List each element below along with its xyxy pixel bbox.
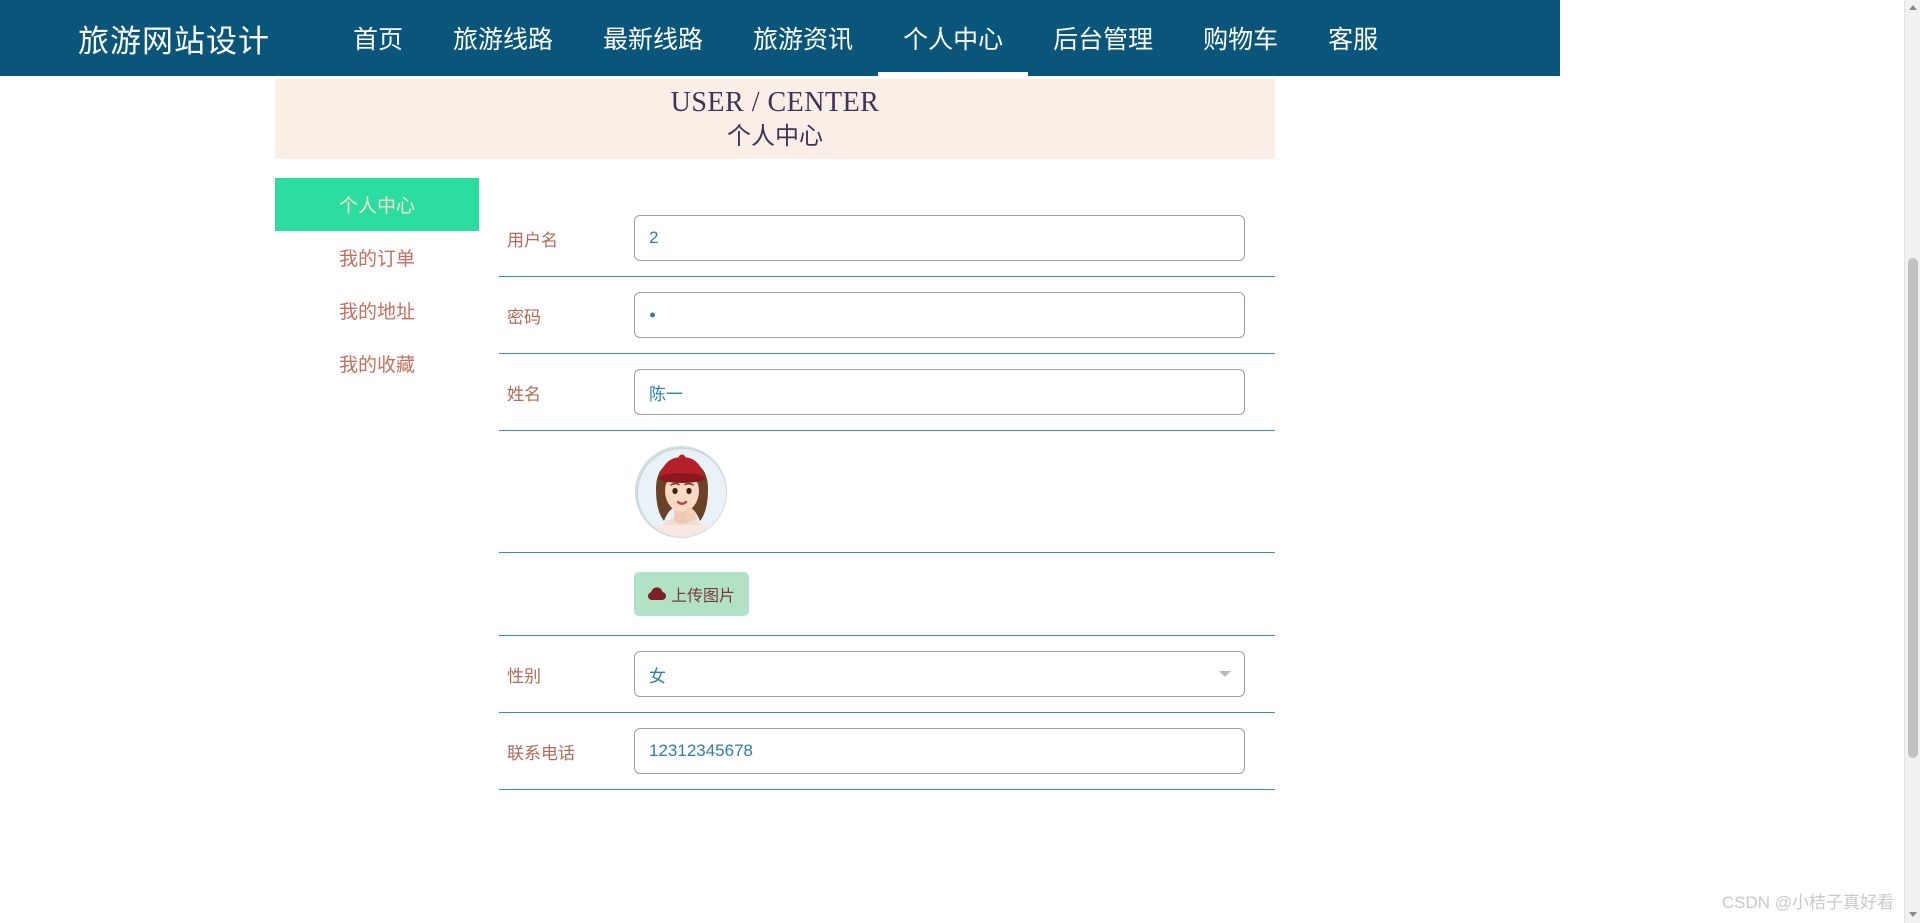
- nav-item-home[interactable]: 首页: [328, 0, 428, 76]
- form-row-upload: 上传图片: [499, 553, 1275, 636]
- label-password: 密码: [507, 307, 541, 327]
- field-avatar: [634, 445, 1275, 538]
- page-scrollbar[interactable]: [1904, 0, 1920, 923]
- upload-image-button[interactable]: 上传图片: [634, 572, 750, 616]
- password-input[interactable]: [634, 292, 1245, 338]
- nav-item-admin[interactable]: 后台管理: [1028, 0, 1178, 76]
- nav-item-news[interactable]: 旅游资讯: [728, 0, 878, 76]
- form-row-avatar: [499, 431, 1275, 553]
- field-username: [634, 215, 1275, 261]
- cloud-upload-icon: [648, 587, 666, 601]
- label-username: 用户名: [507, 230, 558, 250]
- gender-select[interactable]: 女: [634, 651, 1245, 697]
- nav-item-new-routes[interactable]: 最新线路: [578, 0, 728, 76]
- profile-form: 用户名 密码 姓名: [499, 200, 1275, 790]
- field-password: [634, 292, 1275, 338]
- scroll-up-arrow-icon[interactable]: [1905, 0, 1920, 16]
- page-title: 个人中心: [727, 123, 823, 150]
- label-name: 姓名: [507, 384, 541, 404]
- page-root: 旅游网站设计 首页 旅游线路 最新线路 旅游资讯 个人中心 后台管理 购物车 客…: [0, 0, 1920, 923]
- nav-item-routes[interactable]: 旅游线路: [428, 0, 578, 76]
- gender-select-value[interactable]: 女: [634, 651, 1245, 697]
- nav-item-support[interactable]: 客服: [1303, 0, 1403, 76]
- password-mask-dot: [650, 312, 655, 318]
- page-banner: USER / CENTER 个人中心: [275, 79, 1275, 159]
- sidebar-item-my-favorites[interactable]: 我的收藏: [275, 337, 479, 390]
- site-logo[interactable]: 旅游网站设计: [78, 16, 270, 61]
- sidebar-item-my-address[interactable]: 我的地址: [275, 284, 479, 337]
- scroll-down-arrow-icon[interactable]: [1905, 907, 1920, 923]
- field-phone: [634, 728, 1275, 774]
- sidebar-item-label: 我的订单: [338, 249, 415, 270]
- top-navbar: 旅游网站设计 首页 旅游线路 最新线路 旅游资讯 个人中心 后台管理 购物车 客…: [0, 0, 1560, 76]
- banner-title-en: USER / CENTER: [670, 86, 880, 118]
- form-row-password: 密码: [499, 277, 1275, 354]
- form-row-name: 姓名: [499, 354, 1275, 431]
- form-row-gender: 性别 女: [499, 636, 1275, 713]
- label-gender: 性别: [507, 666, 541, 686]
- nav-item-cart[interactable]: 购物车: [1178, 0, 1303, 76]
- phone-input[interactable]: [634, 728, 1245, 774]
- nav-menu: 首页 旅游线路 最新线路 旅游资讯 个人中心 后台管理 购物车 客服: [328, 0, 1403, 76]
- field-name: [634, 369, 1275, 415]
- chevron-down-icon: [1219, 671, 1231, 677]
- label-phone: 联系电话: [507, 743, 575, 763]
- username-input[interactable]: [634, 215, 1245, 261]
- nav-item-user-center[interactable]: 个人中心: [878, 0, 1029, 76]
- user-sidebar: 个人中心 我的订单 我的地址 我的收藏: [275, 178, 479, 390]
- scrollbar-thumb[interactable]: [1908, 258, 1918, 758]
- sidebar-item-user-center[interactable]: 个人中心: [275, 178, 479, 231]
- field-gender: 女: [634, 651, 1275, 697]
- sidebar-item-label: 我的地址: [338, 302, 415, 323]
- avatar[interactable]: [635, 445, 727, 538]
- sidebar-item-label: 我的收藏: [338, 355, 415, 376]
- form-row-username: 用户名: [499, 200, 1275, 277]
- name-input[interactable]: [634, 369, 1245, 415]
- upload-button-label: 上传图片: [671, 588, 736, 605]
- form-row-phone: 联系电话: [499, 713, 1275, 790]
- sidebar-item-my-orders[interactable]: 我的订单: [275, 231, 479, 284]
- field-upload: 上传图片: [634, 572, 1275, 616]
- sidebar-item-label: 个人中心: [338, 196, 415, 217]
- watermark: CSDN @小桔子真好看: [1721, 893, 1894, 912]
